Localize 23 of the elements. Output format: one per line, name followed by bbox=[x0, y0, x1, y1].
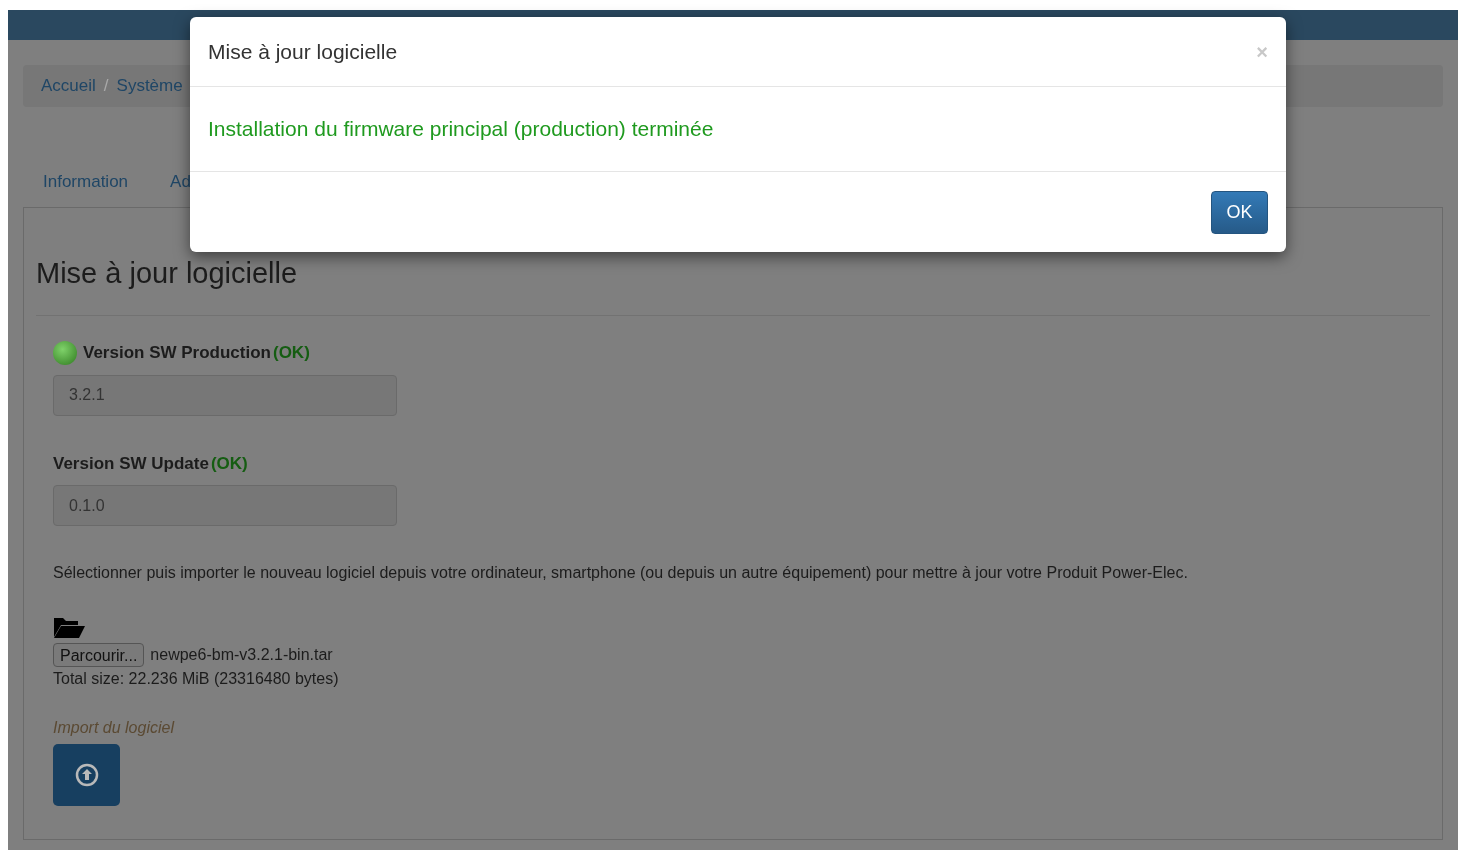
upload-button[interactable] bbox=[53, 744, 120, 806]
upload-icon bbox=[74, 763, 99, 787]
browse-button[interactable]: Parcourir... bbox=[53, 643, 145, 667]
breadcrumb-link[interactable]: Système bbox=[116, 73, 183, 99]
version-field[interactable]: 0.1.0 bbox=[53, 485, 397, 526]
tab[interactable]: Ad bbox=[170, 169, 191, 199]
version-status: (OK) bbox=[210, 452, 248, 475]
breadcrumb-separator: / bbox=[103, 75, 109, 98]
total-size-text: Total size: 22.236 MiB (23316480 bytes) bbox=[53, 669, 340, 689]
version-field[interactable]: 3.2.1 bbox=[53, 374, 397, 416]
instructions-text: Sélectionner puis importer le nouveau logiciel depuis votre ordinateur, smartphone (ou depuis un autre équipement) pour mettre à jour votre Produit Power-Elec. bbox=[53, 563, 1189, 583]
version-status: (OK) bbox=[272, 342, 310, 364]
breadcrumb-link[interactable]: Accueil bbox=[41, 73, 96, 99]
ok-button[interactable]: OK bbox=[1211, 190, 1268, 234]
file-name: newpe6-bm-v3.2.1-bin.tar bbox=[150, 645, 333, 665]
tab[interactable]: Information bbox=[43, 169, 129, 199]
close-button[interactable]: × bbox=[1256, 41, 1268, 62]
success-message: Installation du firmware principal (production) terminée bbox=[208, 116, 714, 143]
version-label: Version SW Update bbox=[53, 452, 209, 475]
import-label: Import du logiciel bbox=[53, 718, 176, 738]
folder-icon bbox=[53, 615, 85, 639]
version-label: Version SW Production bbox=[83, 342, 271, 364]
modal-title: Mise à jour logicielle bbox=[208, 38, 398, 65]
